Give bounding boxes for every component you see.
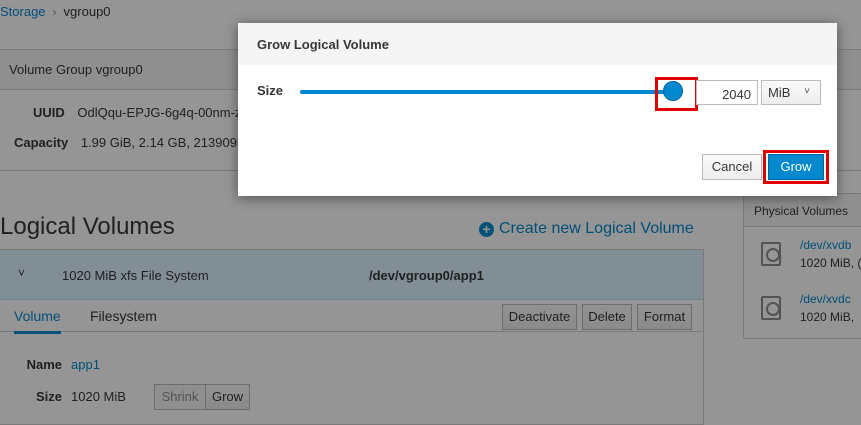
dialog-title: Grow Logical Volume	[238, 23, 837, 65]
cancel-button[interactable]: Cancel	[702, 154, 762, 180]
highlight-box	[763, 150, 829, 184]
grow-logical-volume-dialog: Grow Logical Volume Size MiB ˅ Cancel Gr…	[238, 23, 837, 196]
size-slider-track[interactable]	[300, 90, 673, 94]
size-label: Size	[257, 83, 284, 98]
unit-selected-value: MiB	[768, 85, 791, 100]
chevron-down-icon: ˅	[804, 86, 810, 97]
highlight-box	[655, 77, 698, 111]
size-input[interactable]	[696, 80, 758, 105]
unit-select[interactable]: MiB ˅	[761, 80, 821, 105]
